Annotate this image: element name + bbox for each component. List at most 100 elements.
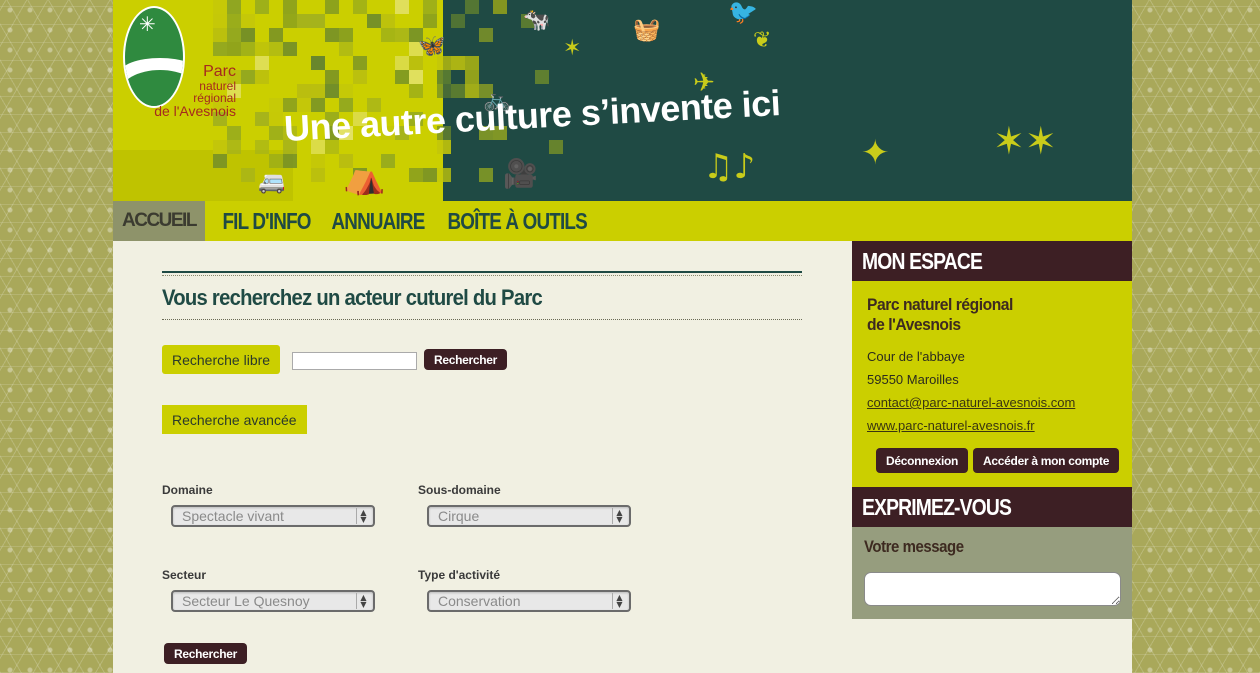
mosaic-tile	[339, 42, 353, 56]
butterfly-icon: 🦋	[418, 34, 446, 59]
mosaic-tile	[241, 168, 255, 182]
logout-button[interactable]: Déconnexion	[876, 448, 969, 473]
mosaic-tile	[227, 126, 241, 140]
mosaic-tile	[367, 14, 381, 28]
main-content: Vous recherchez un acteur cuturel du Par…	[162, 241, 802, 673]
mosaic-tile	[409, 168, 423, 182]
email-link[interactable]: contact@parc-naturel-avesnois.com	[867, 395, 1117, 411]
mosaic-tile	[465, 0, 479, 14]
mosaic-tile	[241, 28, 255, 42]
mosaic-tile	[297, 14, 311, 28]
advanced-search-button[interactable]: Rechercher	[164, 643, 248, 664]
mosaic-tile	[423, 14, 437, 28]
address-line-1: Cour de l'abbaye	[867, 349, 965, 364]
mosaic-tile	[493, 0, 507, 14]
exprimez-vous-title: EXPRIMEZ-VOUS	[862, 493, 1012, 520]
mosaic-tile	[227, 42, 241, 56]
sous-domaine-select-value: Cirque	[438, 508, 480, 524]
mosaic-tile	[479, 168, 493, 182]
mosaic-tile	[213, 140, 227, 154]
basket-icon: 🧺	[633, 18, 661, 43]
divider	[162, 271, 802, 273]
mosaic-tile	[283, 42, 297, 56]
message-label: Votre message	[864, 537, 964, 556]
mosaic-tile	[381, 28, 395, 42]
exprimez-vous-header: EXPRIMEZ-VOUS	[852, 487, 1132, 527]
mosaic-tile	[465, 70, 479, 84]
nav-item-fil-d-info[interactable]: FIL D'INFO	[211, 201, 322, 241]
mosaic-tile	[213, 14, 227, 28]
type-activite-select[interactable]: Conservation ▲ ▼	[427, 590, 631, 612]
mosaic-tile	[255, 70, 269, 84]
select-arrows-icon: ▲ ▼	[612, 593, 626, 609]
mosaic-tile	[437, 70, 451, 84]
mosaic-tile	[437, 84, 451, 98]
musicians-icon: ♫♪	[703, 147, 756, 187]
mosaic-tile	[227, 14, 241, 28]
mosaic-tile	[283, 154, 297, 168]
mosaic-tile	[339, 28, 353, 42]
mosaic-tile	[353, 70, 367, 84]
mosaic-tile	[437, 168, 451, 182]
mosaic-tile	[255, 56, 269, 70]
type-activite-label: Type d'activité	[418, 568, 500, 582]
account-actions: Déconnexion Accéder à mon compte	[876, 448, 1120, 473]
main-navigation: ACCUEIL FIL D'INFO ANNUAIRE BOÎTE À OUTI…	[113, 201, 1132, 241]
mosaic-tile	[311, 154, 325, 168]
divider-dotted	[162, 275, 802, 276]
mosaic-tile	[325, 84, 339, 98]
header-banner: ✳ Parc naturel régional de l'Avesnois 🐄 …	[113, 0, 1132, 201]
mosaic-tile	[255, 112, 269, 126]
van-icon: 🚐	[258, 170, 286, 195]
organization-name-line-1: Parc naturel régional	[867, 295, 1013, 314]
mosaic-tile	[395, 56, 409, 70]
mosaic-tile	[213, 28, 227, 42]
free-search-label: Recherche libre	[162, 345, 281, 374]
mosaic-tile	[423, 0, 437, 14]
mosaic-tile	[353, 0, 367, 14]
camera-crew-icon: 🎥	[503, 157, 538, 190]
logo-text: Parc naturel régional de l'Avesnois	[131, 64, 236, 119]
secteur-label: Secteur	[162, 568, 207, 582]
mosaic-tile	[535, 70, 549, 84]
select-arrows-icon: ▲ ▼	[612, 508, 626, 524]
mosaic-tile	[311, 14, 325, 28]
nav-item-accueil[interactable]: ACCUEIL	[113, 201, 205, 241]
mon-espace-title: MON ESPACE	[862, 247, 983, 274]
sous-domaine-label: Sous-domaine	[418, 483, 501, 497]
sous-domaine-select[interactable]: Cirque ▲ ▼	[427, 505, 631, 527]
mosaic-tile	[269, 154, 283, 168]
mosaic-tile	[395, 0, 409, 14]
organization-name-line-2: de l'Avesnois	[867, 315, 961, 334]
address-line-2: 59550 Maroilles	[867, 372, 959, 387]
secteur-select[interactable]: Secteur Le Quesnoy ▲ ▼	[171, 590, 375, 612]
mosaic-tile	[479, 28, 493, 42]
mon-espace-panel: Parc naturel régional de l'Avesnois Cour…	[852, 281, 1132, 487]
mosaic-tile	[451, 14, 465, 28]
message-textarea[interactable]	[864, 572, 1121, 606]
website-link[interactable]: www.parc-naturel-avesnois.fr	[867, 418, 1117, 434]
my-account-button[interactable]: Accéder à mon compte	[973, 448, 1120, 473]
mosaic-tile	[227, 140, 241, 154]
mosaic-tile	[255, 140, 269, 154]
mosaic-tile	[255, 0, 269, 14]
nav-item-annuaire[interactable]: ANNUAIRE	[320, 201, 436, 241]
free-search-input[interactable]	[292, 352, 417, 370]
page-container: ✳ Parc naturel régional de l'Avesnois 🐄 …	[113, 0, 1132, 673]
mosaic-tile	[311, 56, 325, 70]
star-icon: ✳	[139, 12, 156, 36]
page-title: Vous recherchez un acteur cuturel du Par…	[162, 285, 543, 310]
select-arrows-icon: ▲ ▼	[356, 508, 370, 524]
mosaic-tile	[381, 14, 395, 28]
domaine-select[interactable]: Spectacle vivant ▲ ▼	[171, 505, 375, 527]
mosaic-tile	[465, 56, 479, 70]
nav-item-boite-a-outils[interactable]: BOÎTE À OUTILS	[436, 201, 598, 241]
mosaic-tile	[213, 0, 227, 14]
free-search-button[interactable]: Rechercher	[424, 349, 508, 370]
mosaic-tile	[241, 70, 255, 84]
logo-line-4: de l'Avesnois	[154, 103, 236, 119]
mosaic-tile	[423, 168, 437, 182]
message-panel: Votre message	[852, 527, 1132, 619]
advanced-search-toggle[interactable]: Recherche avancée	[162, 405, 307, 434]
mosaic-tile	[269, 42, 283, 56]
